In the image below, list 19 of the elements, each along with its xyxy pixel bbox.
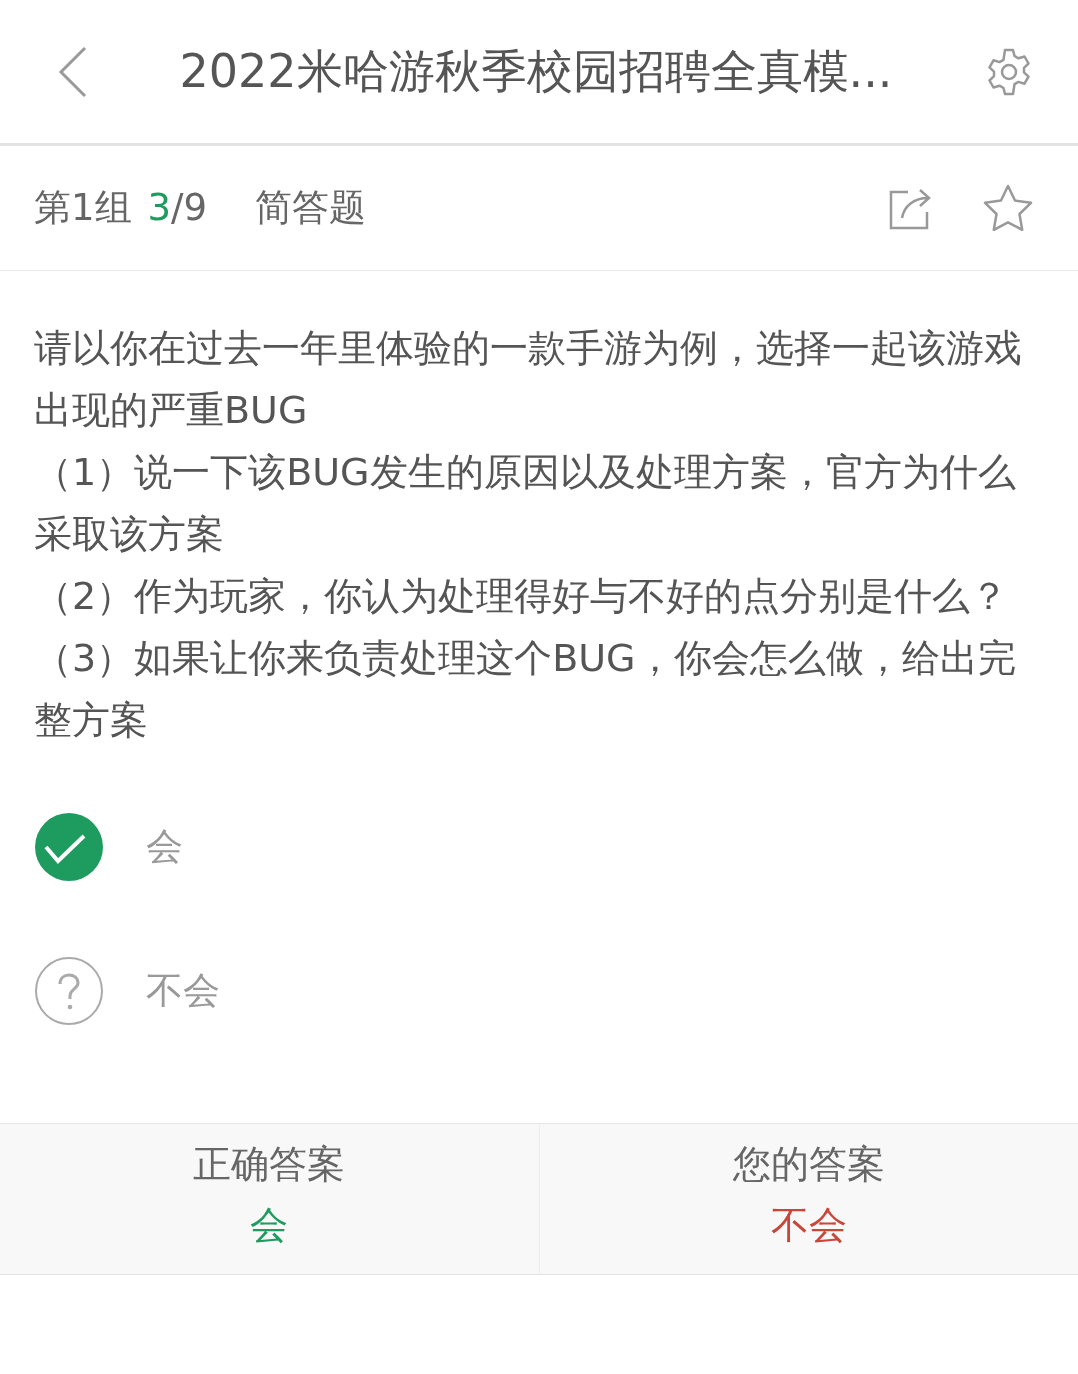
option-label[interactable]: 会 — [146, 819, 183, 875]
question-text: 请以你在过去一年里体验的一款手游为例，选择一起该游戏出现的严重BUG — [34, 325, 1023, 434]
question-text: （2）作为玩家，你认为处理得好与不好的点分别是什么？ — [34, 573, 1010, 620]
question-text: （3）如果让你来负责处理这个BUG，你会怎么做，给出完整方案 — [34, 635, 1017, 744]
question-circle-icon[interactable] — [34, 956, 104, 1026]
total-count: /9 — [171, 185, 208, 232]
check-circle-icon[interactable] — [34, 812, 104, 882]
question-type: 简答题 — [255, 185, 367, 232]
favorite-button[interactable] — [982, 183, 1034, 233]
option-label[interactable]: 不会 — [146, 963, 220, 1019]
back-button[interactable] — [58, 45, 88, 98]
answer-heading: 正确答案 — [193, 1141, 346, 1188]
current-number: 3 — [147, 185, 172, 232]
question-text: （1）说一下该BUG发生的原因以及处理方案，官方为什么采取该方案 — [34, 449, 1017, 558]
answer-heading: 您的答案 — [732, 1141, 885, 1188]
group-label: 第1组 — [34, 185, 132, 232]
answer-value: 会 — [250, 1202, 289, 1249]
page-title: 2022米哈游秋季校园招聘全真模... — [178, 43, 894, 100]
answer-value: 不会 — [770, 1202, 847, 1249]
